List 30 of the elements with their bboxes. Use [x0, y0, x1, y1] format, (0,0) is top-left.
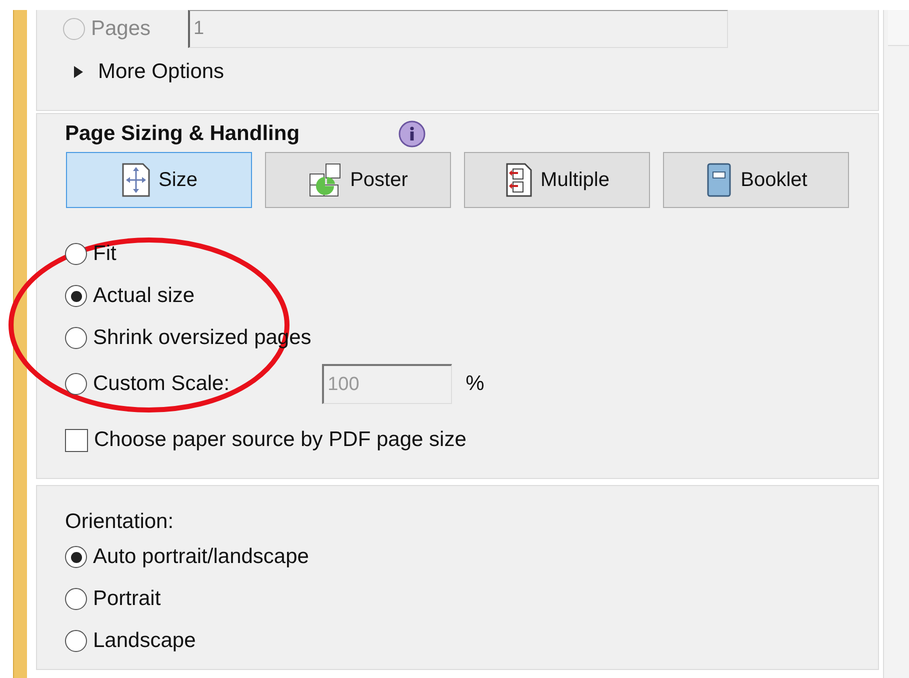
- checkbox[interactable]: [65, 428, 88, 452]
- radio-button[interactable]: [65, 285, 87, 307]
- pages-arrows-icon: [504, 162, 533, 198]
- radio-label: Portrait: [93, 586, 161, 612]
- mode-tab[interactable]: Poster: [265, 152, 451, 208]
- poster-grid-icon: [308, 162, 342, 198]
- section-title: Page Sizing & Handling: [65, 121, 300, 148]
- expand-triangle-icon[interactable]: [74, 66, 84, 78]
- checkbox-label: Choose paper source by PDF page size: [94, 427, 466, 454]
- radio-label: Actual size: [93, 283, 195, 310]
- mode-tab[interactable]: Booklet: [663, 152, 849, 208]
- book-icon: [704, 162, 733, 198]
- radio-button[interactable]: [65, 327, 87, 349]
- radio-label: Fit: [93, 241, 116, 268]
- info-icon[interactable]: [398, 120, 426, 148]
- radio-button[interactable]: [65, 630, 87, 652]
- radio-button[interactable]: [65, 588, 87, 610]
- radio-label: Landscape: [93, 628, 196, 654]
- section-label: Orientation:: [65, 509, 175, 535]
- radio-label: Auto portrait/landscape: [93, 544, 309, 570]
- mode-tab[interactable]: Multiple: [464, 152, 650, 208]
- radio-button[interactable]: [65, 546, 87, 568]
- unit-label: %: [466, 371, 484, 398]
- radio-button[interactable]: [65, 243, 87, 265]
- radio-label: Pages: [91, 16, 151, 42]
- radio-label: Custom Scale:: [93, 371, 230, 398]
- mode-tab[interactable]: Size: [66, 152, 252, 208]
- page-arrows-icon: [120, 162, 151, 198]
- radio-button[interactable]: [65, 373, 87, 395]
- more-options-link[interactable]: More Options: [98, 56, 224, 88]
